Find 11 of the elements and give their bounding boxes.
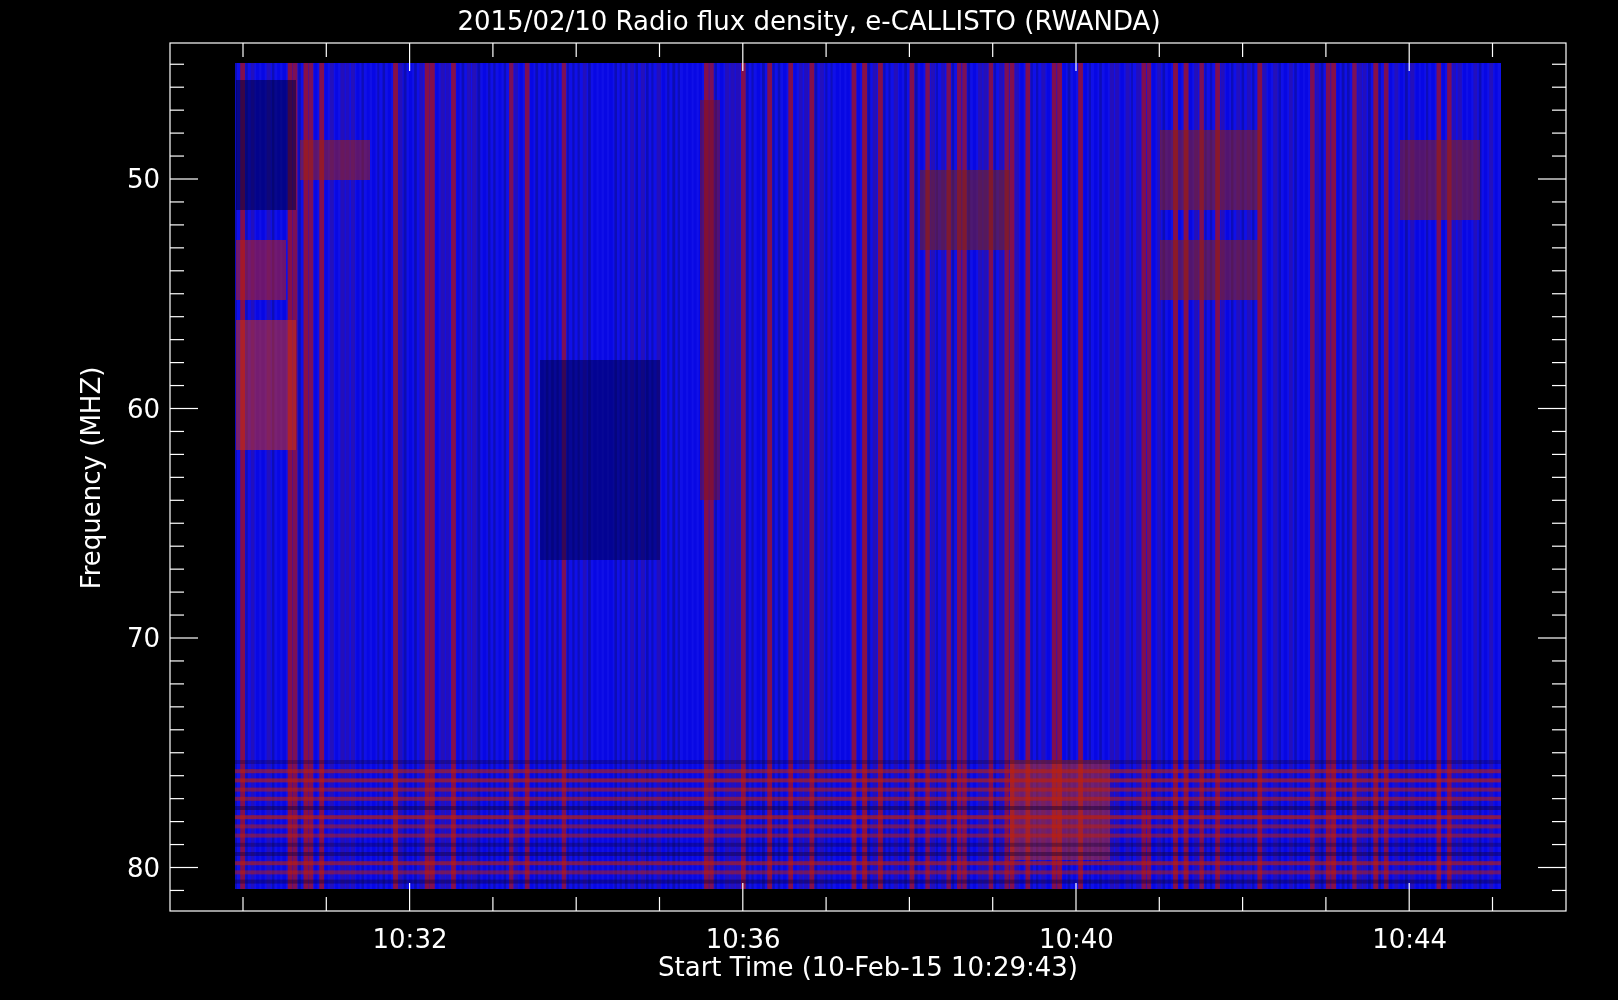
y-tick-label: 50	[126, 164, 160, 194]
y-tick-label: 60	[126, 393, 160, 424]
x-tick-label: 10:44	[1372, 924, 1448, 954]
y-tick-label: 70	[126, 623, 160, 653]
x-tick-label: 10:36	[705, 924, 781, 954]
chart-title: 2015/02/10 Radio flux density, e-CALLISTO (RWANDA)	[457, 6, 1161, 36]
y-axis-label: Frequency (MHZ)	[76, 366, 106, 590]
x-axis-label: Start Time (10-Feb-15 10:29:43)	[658, 952, 1078, 982]
y-tick-label: 80	[126, 852, 160, 883]
x-tick-label: 10:40	[1038, 924, 1114, 954]
x-tick-label: 10:32	[372, 924, 448, 954]
